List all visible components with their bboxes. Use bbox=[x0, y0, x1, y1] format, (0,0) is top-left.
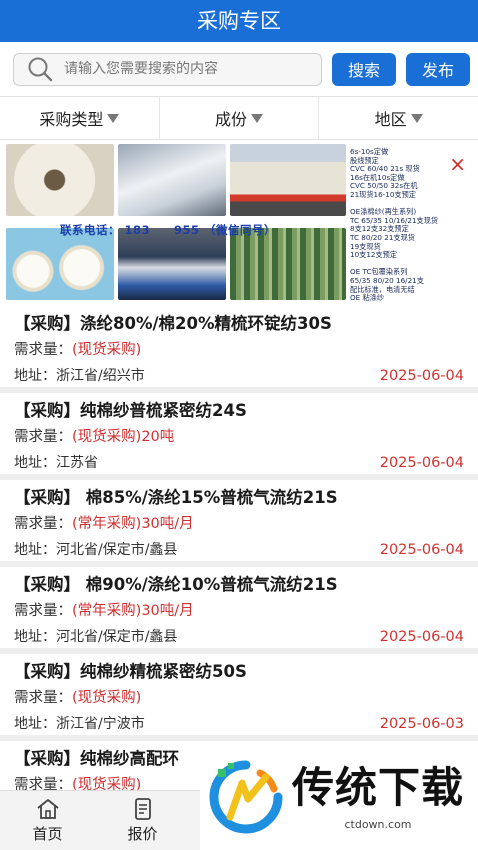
filter-region[interactable]: 地区 bbox=[319, 97, 478, 139]
filter-label: 采购类型 bbox=[39, 110, 104, 129]
item-date: 2025-06-04 bbox=[379, 368, 464, 384]
item-date: 2025-06-04 bbox=[379, 542, 464, 558]
home-icon bbox=[36, 799, 59, 819]
item-demand: 需求量：(现货采购) bbox=[14, 685, 464, 711]
demand-value: (现货采购) bbox=[72, 342, 142, 358]
item-address: 地址：浙江省/绍兴市 bbox=[14, 368, 145, 384]
post-button[interactable]: 发布 bbox=[406, 52, 470, 86]
item-address-row: 地址：河北省/保定市/蠡县 2025-06-04 bbox=[14, 624, 464, 650]
demand-value: (现货采购)20吨 bbox=[72, 429, 175, 445]
list-item[interactable]: 【采购】 棉90%/涤纶10%普梳气流纺21S 需求量：(常年采购)30吨/月 … bbox=[0, 567, 478, 654]
demand-label: 需求量： bbox=[14, 429, 72, 445]
search-box[interactable] bbox=[13, 52, 322, 86]
tab-label: 首页 bbox=[32, 825, 63, 843]
banner-phone: 联系电话： 183 955 （微信同号） bbox=[60, 223, 277, 237]
item-demand: 需求量：(现货采购) bbox=[14, 337, 464, 363]
filter-label: 地区 bbox=[374, 110, 407, 129]
item-address-row: 地址：江苏省 2025-06-04 bbox=[14, 450, 464, 476]
item-demand: 需求量：(常年采购)30吨/月 bbox=[14, 598, 464, 624]
item-title: 【采购】涤纶80%/棉20%精梳环锭纺30S bbox=[14, 314, 332, 333]
tab-home[interactable]: 首页 bbox=[0, 791, 95, 850]
demand-value: (常年采购)30吨/月 bbox=[72, 516, 194, 532]
filter-composition[interactable]: 成份 bbox=[160, 97, 320, 139]
yarn-stack-photo bbox=[230, 228, 346, 300]
truck-photo bbox=[230, 144, 346, 216]
caret-down-icon bbox=[251, 113, 264, 123]
filter-purchase-type[interactable]: 采购类型 bbox=[0, 97, 160, 139]
caret-down-icon bbox=[107, 113, 120, 123]
search-button[interactable]: 搜索 bbox=[332, 52, 396, 86]
demand-label: 需求量： bbox=[14, 690, 72, 706]
item-address: 地址：江苏省 bbox=[14, 455, 98, 471]
page-header: 采购专区 bbox=[0, 0, 478, 42]
banner-photos: 联系电话： 183 955 （微信同号） bbox=[6, 144, 346, 302]
bottom-tab-bar: 首页 报价 bbox=[0, 790, 200, 850]
search-bar: 搜索 发布 bbox=[0, 42, 478, 96]
yarn-cones-photo bbox=[6, 228, 114, 300]
item-address-row: 地址：河北省/保定市/蠡县 2025-06-04 bbox=[14, 537, 464, 563]
ad-banner[interactable]: 联系电话： 183 955 （微信同号） 6s-10s定做 股线预定 CVC 6… bbox=[0, 140, 478, 306]
item-demand: 需求量：(现货采购)20吨 bbox=[14, 424, 464, 450]
item-date: 2025-06-04 bbox=[379, 629, 464, 645]
item-title: 【采购】纯棉纱精梳紧密纺50S bbox=[14, 662, 247, 681]
item-date: 2025-06-03 bbox=[379, 716, 464, 732]
item-address: 地址：浙江省/宁波市 bbox=[14, 716, 145, 732]
page-title: 采购专区 bbox=[197, 9, 281, 33]
tab-label: 报价 bbox=[127, 825, 158, 843]
item-address: 地址：河北省/保定市/蠡县 bbox=[14, 629, 178, 645]
filter-bar: 采购类型 成份 地区 bbox=[0, 96, 478, 140]
search-input[interactable] bbox=[64, 61, 321, 77]
list-item[interactable]: 【采购】纯棉纱普梳紧密纺24S 需求量：(现货采购)20吨 地址：江苏省 2025… bbox=[0, 393, 478, 480]
watermark: 传统下载 ctdown.com bbox=[200, 744, 478, 850]
yarn-roll-photo bbox=[6, 144, 114, 216]
watermark-site: ctdown.com bbox=[344, 817, 412, 831]
demand-label: 需求量： bbox=[14, 342, 72, 358]
item-title: 【采购】纯棉纱普梳紧密纺24S bbox=[14, 401, 247, 420]
demand-value: (常年采购)30吨/月 bbox=[72, 603, 194, 619]
caret-down-icon bbox=[410, 113, 423, 123]
factory-photo bbox=[118, 144, 226, 216]
filter-label: 成份 bbox=[215, 110, 248, 129]
item-title: 【采购】 棉90%/涤纶10%普梳气流纺21S bbox=[14, 575, 338, 594]
demand-label: 需求量： bbox=[14, 516, 72, 532]
item-address-row: 地址：浙江省/绍兴市 2025-06-04 bbox=[14, 363, 464, 389]
item-demand: 需求量：(常年采购)30吨/月 bbox=[14, 511, 464, 537]
search-icon bbox=[28, 57, 53, 82]
machine-photo bbox=[118, 228, 226, 300]
list-item[interactable]: 【采购】纯棉纱精梳紧密纺50S 需求量：(现货采购) 地址：浙江省/宁波市 202… bbox=[0, 654, 478, 741]
list-item[interactable]: 【采购】 棉85%/涤纶15%普梳气流纺21S 需求量：(常年采购)30吨/月 … bbox=[0, 480, 478, 567]
item-title: 【采购】 棉85%/涤纶15%普梳气流纺21S bbox=[14, 488, 338, 507]
tab-quote[interactable]: 报价 bbox=[95, 791, 190, 850]
item-address-row: 地址：浙江省/宁波市 2025-06-03 bbox=[14, 711, 464, 737]
watermark-title: 传统下载 bbox=[292, 762, 465, 812]
demand-label: 需求量： bbox=[14, 603, 72, 619]
document-icon bbox=[134, 798, 151, 820]
close-icon[interactable]: × bbox=[449, 154, 466, 174]
demand-value: (现货采购) bbox=[72, 690, 142, 706]
item-address: 地址：河北省/保定市/蠡县 bbox=[14, 542, 178, 558]
list-item[interactable]: 【采购】涤纶80%/棉20%精梳环锭纺30S 需求量：(现货采购) 地址：浙江省… bbox=[0, 306, 478, 393]
item-date: 2025-06-04 bbox=[379, 455, 464, 471]
ctdown-logo-icon bbox=[209, 760, 283, 834]
